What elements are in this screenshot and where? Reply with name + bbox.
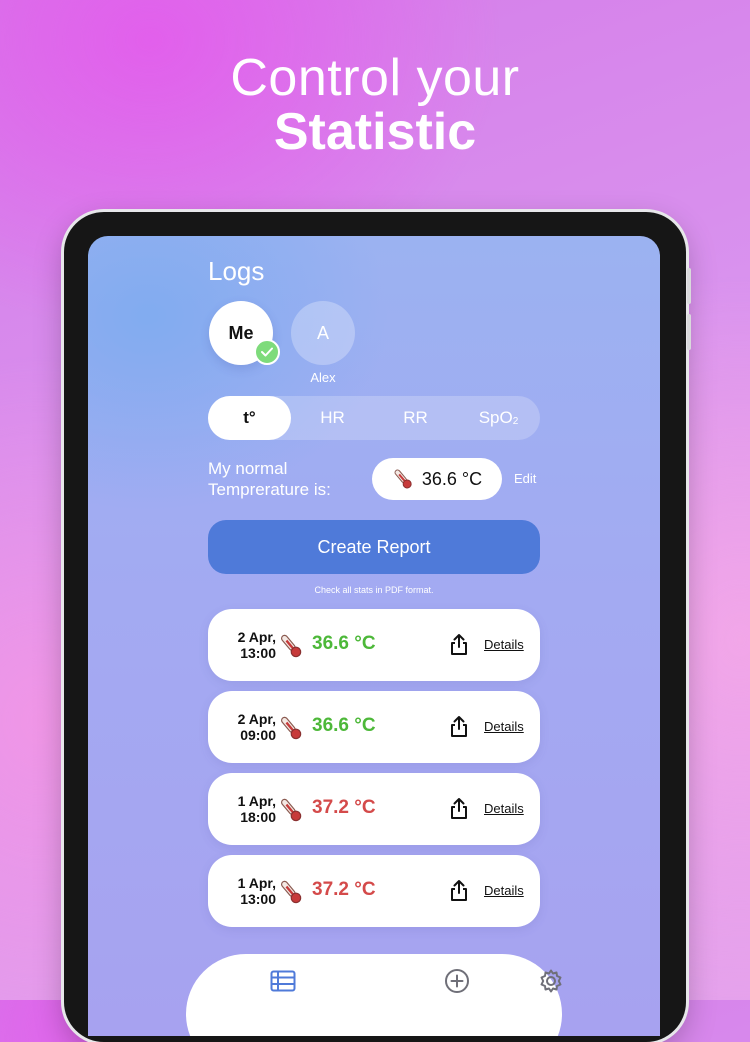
thermometer-icon xyxy=(394,469,412,489)
log-card[interactable]: 2 Apr, 09:00 36.6 °C Details xyxy=(208,691,540,763)
log-temperature: 37.2 °C xyxy=(312,797,376,818)
log-card[interactable]: 1 Apr, 13:00 37.2 °C Details xyxy=(208,855,540,927)
tab-heart-rate[interactable]: HR xyxy=(291,396,374,440)
log-date-day: 1 Apr, xyxy=(237,875,276,891)
log-date-day: 2 Apr, xyxy=(237,629,276,645)
bottom-tab-bar xyxy=(186,954,562,1036)
list-icon[interactable] xyxy=(270,970,296,992)
settings-icon[interactable] xyxy=(538,968,564,994)
share-icon[interactable] xyxy=(448,715,470,739)
profile-avatar-alex[interactable]: A xyxy=(291,301,355,365)
log-temperature: 36.6 °C xyxy=(312,715,376,736)
tab-respiratory-rate[interactable]: RR xyxy=(374,396,457,440)
add-circle-icon[interactable] xyxy=(444,968,470,994)
thermometer-icon xyxy=(280,634,302,658)
log-date: 2 Apr, 13:00 xyxy=(226,629,276,661)
create-report-button[interactable]: Create Report xyxy=(208,520,540,574)
normal-temp-text: 36.6 °C xyxy=(421,468,483,489)
log-date-time: 18:00 xyxy=(240,809,276,825)
share-icon[interactable] xyxy=(448,797,470,821)
thermometer-icon xyxy=(280,880,302,904)
report-hint-text: Check all stats in PDF format. xyxy=(314,585,434,595)
app-screen: Logs Me A Alex t° HR RR SpO 2 My normal T… xyxy=(88,236,660,1036)
avatar-initials: A xyxy=(316,322,329,343)
log-date: 1 Apr, 13:00 xyxy=(226,875,276,907)
avatar-initials: Me xyxy=(228,322,254,343)
log-temperature: 37.2 °C xyxy=(312,879,376,900)
edit-normal-temp-link[interactable]: Edit xyxy=(514,471,536,486)
log-date-day: 1 Apr, xyxy=(237,793,276,809)
share-icon[interactable] xyxy=(448,633,470,657)
log-card[interactable]: 1 Apr, 18:00 37.2 °C Details xyxy=(208,773,540,845)
normal-temp-value: 36.6 °C xyxy=(372,458,502,500)
share-icon[interactable] xyxy=(448,879,470,903)
volume-up-button xyxy=(687,268,691,304)
normal-temp-label-line1: My normal xyxy=(208,459,288,478)
normal-temp-label: My normal Temprerature is: xyxy=(208,458,368,500)
promo-headline-line1: Control your xyxy=(230,49,520,107)
details-link[interactable]: Details xyxy=(484,637,524,652)
tab-spo2[interactable]: SpO 2 xyxy=(457,396,540,440)
log-temperature: 36.6 °C xyxy=(312,633,376,654)
selected-check-icon xyxy=(254,339,280,365)
tab-label: RR xyxy=(403,408,428,427)
page-title: Logs xyxy=(208,256,265,286)
logs-content: Logs Me A Alex t° HR RR SpO 2 My normal T… xyxy=(208,236,540,1036)
details-link[interactable]: Details xyxy=(484,883,524,898)
log-date-day: 2 Apr, xyxy=(237,711,276,727)
profile-name-label: Alex xyxy=(310,370,336,385)
promo-headline-line2: Statistic xyxy=(273,103,477,161)
log-card[interactable]: 2 Apr, 13:00 36.6 °C Details xyxy=(208,609,540,681)
log-date-time: 09:00 xyxy=(240,727,276,743)
normal-temp-label-line2: Temprerature is: xyxy=(208,480,331,499)
tab-label: t° xyxy=(243,408,256,427)
tab-label: SpO xyxy=(478,408,513,427)
volume-down-button xyxy=(687,314,691,350)
tab-temperature[interactable]: t° xyxy=(208,396,291,440)
tab-label-subscript: 2 xyxy=(512,415,519,427)
thermometer-icon xyxy=(280,798,302,822)
metric-segmented-control: t° HR RR SpO 2 xyxy=(208,396,540,440)
details-link[interactable]: Details xyxy=(484,719,524,734)
log-date: 2 Apr, 09:00 xyxy=(226,711,276,743)
log-date-time: 13:00 xyxy=(240,645,276,661)
tab-label: HR xyxy=(320,408,345,427)
thermometer-icon xyxy=(280,716,302,740)
details-link[interactable]: Details xyxy=(484,801,524,816)
log-date-time: 13:00 xyxy=(240,891,276,907)
log-date: 1 Apr, 18:00 xyxy=(226,793,276,825)
